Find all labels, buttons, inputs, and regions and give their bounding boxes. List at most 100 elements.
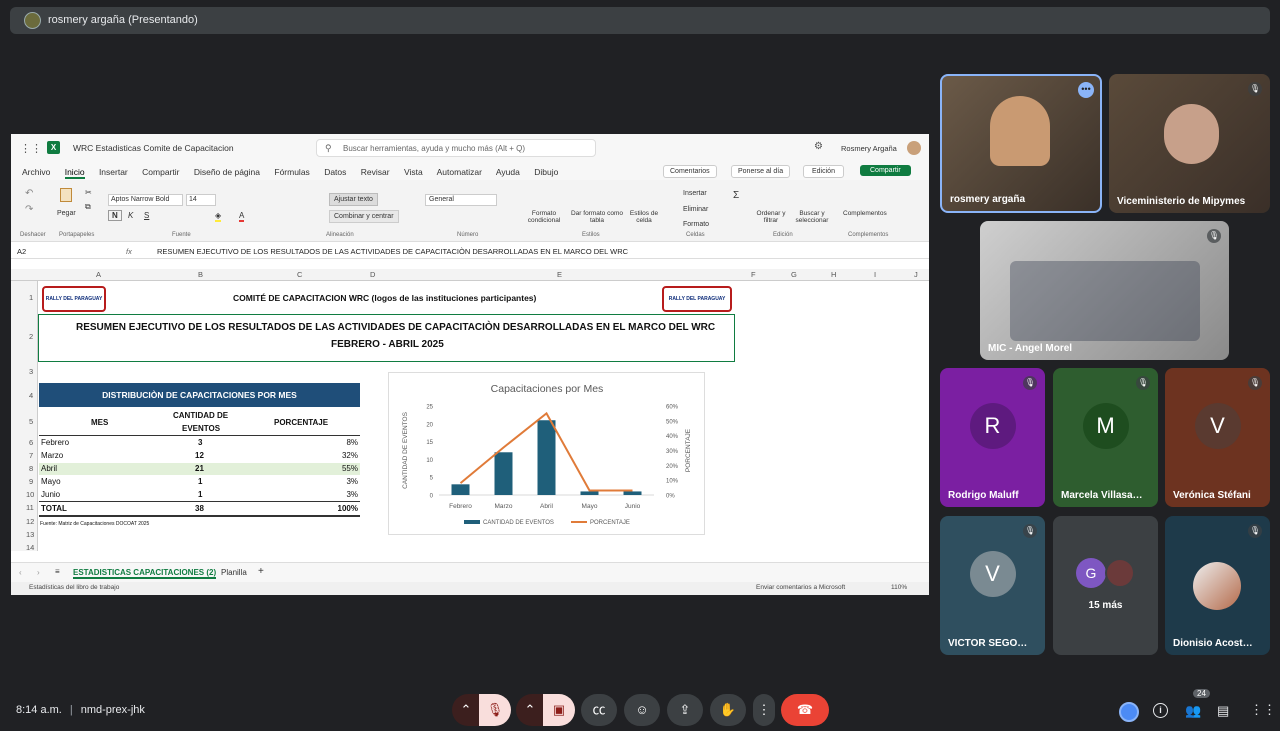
italic-button[interactable]: K [128,211,133,220]
tab-insertar[interactable]: Insertar [99,167,128,177]
paste-label[interactable]: Pegar [57,210,76,217]
table-title-bar[interactable]: DISTRIBUCIÒN DE CAPACITACIONES POR MES [39,383,360,407]
raise-hand-button[interactable]: ✋ [710,694,746,726]
col-pct[interactable]: PORCENTAJE [274,418,328,427]
gear-icon[interactable]: ⚙ [814,141,823,152]
undo-icon[interactable]: ↶ [25,188,33,199]
row-11[interactable]: 11 [26,503,34,512]
more-options-button[interactable]: ⋮ [753,694,775,726]
tile-rodrigo[interactable]: R 🎙 Rodrigo Maluff [940,368,1045,507]
sheet-tab-planilla[interactable]: Planilla [221,568,247,577]
people-icon[interactable]: 👥 [1185,703,1201,719]
row-2[interactable]: 2 [29,332,33,341]
formula-input[interactable]: RESUMEN EJECUTIVO DE LOS RESULTADOS DE L… [157,247,628,256]
chart-container[interactable]: Capacitaciones por Mes 0 5 10 15 20 25 0% 10% 20%… [388,372,705,535]
camera-options-button[interactable]: ⌃ [516,694,544,726]
tile-dionisio[interactable]: 🎙 Dionisio Acost… [1165,516,1270,655]
row-4[interactable]: 4 [29,391,33,400]
captions-button[interactable]: ㏄ [581,694,617,726]
row-13[interactable]: 13 [26,530,34,539]
col-b[interactable]: B [198,270,203,279]
tile-viceministerio[interactable]: 🎙 Viceministerio de Mipymes [1109,74,1270,213]
col-f[interactable]: F [751,270,756,279]
number-format-select[interactable]: General [425,194,497,206]
col-d[interactable]: D [370,270,375,279]
share-button[interactable]: Compartir [860,165,911,176]
gemini-icon[interactable] [1119,702,1139,722]
tab-inicio[interactable]: Inicio [64,167,85,179]
col-cant-1[interactable]: CANTIDAD DE [173,411,228,420]
cut-icon[interactable]: ✂ [85,188,92,197]
tab-archivo[interactable]: Archivo [22,167,50,177]
col-h[interactable]: H [831,270,836,279]
tile-marcela[interactable]: M 🎙 Marcela Villasa… [1053,368,1158,507]
col-i[interactable]: I [874,270,876,279]
row-7[interactable]: 7 [29,451,33,460]
emoji-button[interactable]: ☺ [624,694,660,726]
table-row[interactable]: Junio 1 3% [39,489,360,502]
prev-sheet-icon[interactable]: ‹ [19,568,22,577]
next-sheet-icon[interactable]: › [37,568,40,577]
col-e[interactable]: E [557,270,562,279]
format-cells-button[interactable]: Formato [683,221,709,228]
insert-cells-button[interactable]: Insertar [683,190,707,197]
col-j[interactable]: J [914,270,918,279]
edit-mode-button[interactable]: Edición [803,165,844,178]
paste-icon[interactable] [60,188,72,202]
tab-ayuda[interactable]: Ayuda [496,167,520,177]
tab-compartir[interactable]: Compartir [142,167,179,177]
search-box[interactable]: ⚲ Buscar herramientas, ayuda y mucho más… [316,139,596,157]
tab-vista[interactable]: Vista [404,167,423,177]
tile-mic-angel[interactable]: 🎙 MIC - Angel Morel [980,221,1229,360]
table-total-row[interactable]: TOTAL 38 100% [39,503,360,517]
table-row[interactable]: Marzo 12 32% [39,450,360,463]
activities-icon[interactable]: ⋮⋮ [1250,702,1276,718]
present-button[interactable]: ⇪ [667,694,703,726]
table-row[interactable]: Abril 21 55% [39,463,360,476]
add-sheet-icon[interactable]: + [258,566,264,577]
name-box[interactable]: A2 [17,247,89,257]
font-color-icon[interactable]: A [239,211,245,222]
row-3[interactable]: 3 [29,367,33,376]
table-format-button[interactable]: Dar formato como tabla [566,210,628,224]
camera-off-button[interactable]: ▣ [543,694,575,726]
redo-icon[interactable]: ↷ [25,204,33,215]
more-options-icon[interactable]: ••• [1078,82,1094,98]
merge-button[interactable]: Combinar y centrar [329,210,399,223]
catch-up-button[interactable]: Ponerse al día [731,165,791,178]
fill-color-icon[interactable]: ◈ [215,211,222,222]
file-title[interactable]: WRC Estadisticas Comite de Capacitacion [73,143,234,153]
col-c[interactable]: C [297,270,302,279]
table-row[interactable]: Mayo 1 3% [39,476,360,489]
row-10[interactable]: 10 [26,490,34,499]
col-a[interactable]: A [96,270,101,279]
tab-revisar[interactable]: Revisar [361,167,390,177]
mic-off-button[interactable]: 🎙 [479,694,511,726]
sheet-tab-active[interactable]: ESTADISTICAS CAPACITACIONES (2) [73,568,217,579]
font-size-select[interactable]: 14 [186,194,216,206]
bold-button[interactable]: N [108,210,122,221]
row-6[interactable]: 6 [29,438,33,447]
status-feedback[interactable]: Enviar comentarios a Microsoft [756,584,845,591]
underline-button[interactable]: S [144,211,149,220]
user-avatar[interactable] [907,141,921,155]
row-8[interactable]: 8 [29,464,33,473]
copy-icon[interactable]: ⧉ [85,202,91,212]
tile-veronica[interactable]: V 🎙 Verónica Stéfani [1165,368,1270,507]
header-title[interactable]: COMITÉ DE CAPACITACION WRC (logos de las… [233,293,536,303]
tab-diseno[interactable]: Diseño de página [194,167,260,177]
status-left[interactable]: Estadísticas del libro de trabajo [29,584,119,591]
delete-cells-button[interactable]: Eliminar [683,206,708,213]
chat-icon[interactable]: ▤ [1217,703,1229,719]
row-9[interactable]: 9 [29,477,33,486]
row-14[interactable]: 14 [26,543,34,552]
zoom-level[interactable]: 110% [891,584,907,591]
table-row[interactable]: Febrero 3 8% [39,437,360,450]
cell-styles-button[interactable]: Estilos de celda [626,210,662,224]
tile-rosmery[interactable]: ••• rosmery argaña [940,74,1102,213]
leave-call-button[interactable]: ☎ [781,694,829,726]
tile-victor[interactable]: V 🎙 VICTOR SEGO… [940,516,1045,655]
wrap-text-button[interactable]: Ajustar texto [329,193,378,206]
cond-format-button[interactable]: Formato condicional [523,210,565,224]
tab-datos[interactable]: Datos [324,167,346,177]
